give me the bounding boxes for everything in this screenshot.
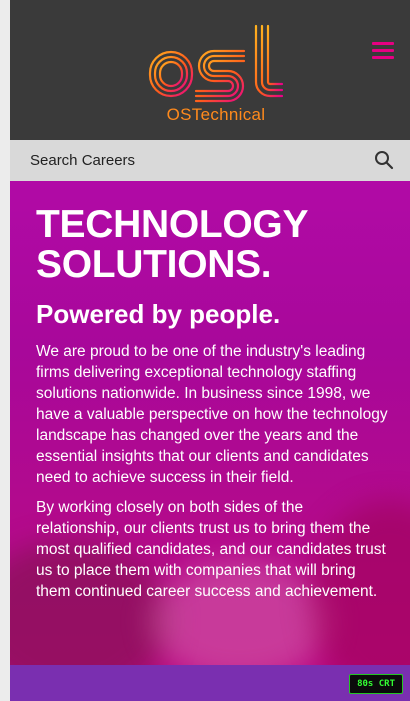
ostechnical-logo[interactable]: OSTechnical xyxy=(146,22,286,132)
hero-title-line2: SOLUTIONS. xyxy=(36,243,272,286)
next-section-band: 80s CRT xyxy=(10,665,410,701)
hero-title: TECHNOLOGY SOLUTIONS. xyxy=(36,205,388,285)
logo-wordmark: OSTechnical xyxy=(166,105,266,124)
search-icon[interactable] xyxy=(374,150,396,172)
ost-logo-mark xyxy=(148,24,284,103)
hero-paragraph-1: We are proud to be one of the industry's… xyxy=(36,343,388,486)
hero-content: TECHNOLOGY SOLUTIONS. Powered by people.… xyxy=(36,205,388,602)
hero-paragraph-2: By working closely on both sides of the … xyxy=(36,499,386,600)
hero-title-line1: TECHNOLOGY xyxy=(36,203,309,246)
hero-subtitle: Powered by people. xyxy=(36,299,281,329)
crt-toggle-button[interactable]: 80s CRT xyxy=(349,674,403,694)
search-careers-input[interactable] xyxy=(10,140,360,181)
site-header: OSTechnical xyxy=(10,0,410,140)
hero-section: TECHNOLOGY SOLUTIONS. Powered by people.… xyxy=(10,181,410,665)
search-bar xyxy=(10,140,410,181)
hamburger-icon[interactable] xyxy=(372,39,396,61)
page: OSTechnical TECHNOLOGY SOLUTIONS. Powere… xyxy=(0,0,410,701)
